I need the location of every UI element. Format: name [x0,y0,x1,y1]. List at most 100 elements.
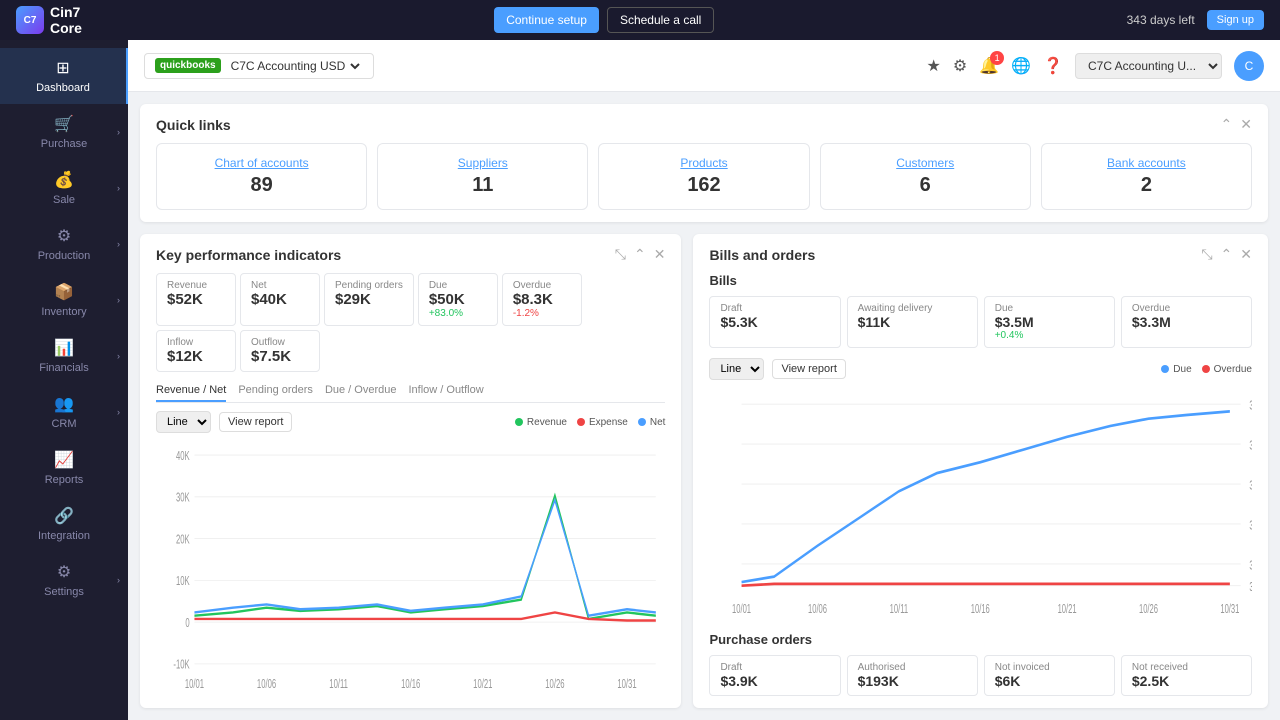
ql-label: Customers [833,156,1018,170]
tab-inflow-outflow[interactable]: Inflow / Outflow [408,380,483,402]
inventory-icon: 📦 [54,282,74,302]
tab-pending-orders[interactable]: Pending orders [238,380,313,402]
svg-text:10/06: 10/06 [257,677,276,692]
help-icon[interactable]: ❓ [1043,56,1063,76]
chevron-icon: › [117,351,120,361]
avatar[interactable]: C [1234,51,1264,81]
schedule-call-button[interactable]: Schedule a call [607,7,714,33]
continue-setup-button[interactable]: Continue setup [494,7,599,33]
sidebar-item-label: Financials [39,362,89,374]
sidebar-item-inventory[interactable]: 📦 Inventory › [0,272,128,328]
svg-text:10/31: 10/31 [1221,603,1240,616]
expand-arrows-icon[interactable]: ⤡ [1201,246,1212,263]
quick-link-chart-of-accounts[interactable]: Chart of accounts 89 [156,143,367,210]
svg-text:10/21: 10/21 [1058,603,1077,616]
legend-dot [577,418,585,426]
purchase-metric-draft: Draft $3.9K [709,655,840,696]
sidebar-item-purchase[interactable]: 🛒 Purchase › [0,104,128,160]
svg-text:10/26: 10/26 [545,677,564,692]
quickbooks-connect[interactable]: quickbooks C7C Accounting USD [144,53,374,79]
days-left-label: 343 days left [1127,13,1195,27]
metric-label: Net [251,280,309,291]
legend-dot [1202,365,1210,373]
legend-label: Expense [589,417,628,428]
bills-orders-header: Bills and orders ⤡ ⌃ ✕ [709,246,1252,263]
settings-gear-icon[interactable]: ⚙ [953,56,967,76]
pm-label: Not invoiced [995,662,1104,673]
bm-value: $11K [858,314,967,330]
kpi-view-report-button[interactable]: View report [219,412,292,432]
star-icon[interactable]: ★ [927,56,941,76]
sidebar-item-integration[interactable]: 🔗 Integration [0,496,128,552]
svg-text:3.5M: 3.5M [1250,440,1252,453]
quick-link-bank-accounts[interactable]: Bank accounts 2 [1041,143,1252,210]
metric-change: -1.2% [513,308,571,319]
kpi-metric-overdue: Overdue $8.3K -1.2% [502,273,582,326]
sidebar: ⊞ Dashboard 🛒 Purchase › 💰 Sale › ⚙ Prod… [0,40,128,720]
bills-view-report-button[interactable]: View report [772,359,845,379]
sidebar-item-financials[interactable]: 📊 Financials › [0,328,128,384]
bills-chart-controls: Line View report Due Overdue [709,358,1252,380]
bm-label: Overdue [1132,303,1241,314]
org-select[interactable]: C7C Accounting U... [1075,53,1222,79]
metric-label: Revenue [167,280,225,291]
close-icon[interactable]: ✕ [1240,246,1252,263]
reports-icon: 📈 [54,450,74,470]
purchase-metric-not-received: Not received $2.5K [1121,655,1252,696]
kpi-chart-type-select[interactable]: Line [156,411,211,433]
purchase-metrics: Draft $3.9K Authorised $193K Not invoice… [709,655,1252,696]
tab-revenue-net[interactable]: Revenue / Net [156,380,226,402]
quick-link-customers[interactable]: Customers 6 [820,143,1031,210]
ql-value: 2 [1054,174,1239,197]
signup-button[interactable]: Sign up [1207,10,1264,30]
quick-link-suppliers[interactable]: Suppliers 11 [377,143,588,210]
notification-icon[interactable]: 🔔 1 [979,56,999,76]
metric-value: $50K [429,291,487,308]
close-icon[interactable]: ✕ [1240,116,1252,133]
purchase-orders-section: Purchase orders Draft $3.9K Authorised $… [709,632,1252,696]
sidebar-item-crm[interactable]: 👥 CRM › [0,384,128,440]
pm-value: $193K [858,673,967,689]
bm-label: Awaiting delivery [858,303,967,314]
expand-arrows-icon[interactable]: ⤡ [615,246,626,263]
app-name: Cin7Core [50,4,82,36]
collapse-icon[interactable]: ⌃ [634,246,646,263]
metric-value: $12K [167,348,225,365]
close-icon[interactable]: ✕ [654,246,666,263]
tab-due-overdue[interactable]: Due / Overdue [325,380,397,402]
globe-icon[interactable]: 🌐 [1011,56,1031,76]
sidebar-item-reports[interactable]: 📈 Reports [0,440,128,496]
sidebar-item-sale[interactable]: 💰 Sale › [0,160,128,216]
sidebar-item-label: Sale [53,194,75,206]
pm-value: $2.5K [1132,673,1241,689]
legend-dot [1161,365,1169,373]
kpi-metric-pending: Pending orders $29K [324,273,414,326]
sidebar-item-settings[interactable]: ⚙ Settings › [0,552,128,608]
bills-metrics: Draft $5.3K Awaiting delivery $11K Due $… [709,296,1252,348]
svg-text:3.4M: 3.4M [1250,520,1252,533]
collapse-icon[interactable]: ⌃ [1221,246,1233,263]
sidebar-item-production[interactable]: ⚙ Production › [0,216,128,272]
qb-account-select[interactable]: C7C Accounting USD [227,58,363,74]
ql-value: 89 [169,174,354,197]
quick-link-products[interactable]: Products 162 [598,143,809,210]
legend-net: Net [638,417,666,428]
bills-chart-type-select[interactable]: Line [709,358,764,380]
legend-dot [638,418,646,426]
sidebar-item-label: Reports [45,474,84,486]
legend-label: Net [650,417,666,428]
app-logo: C7 [16,6,44,34]
secondary-header: quickbooks C7C Accounting USD ★ ⚙ 🔔 1 🌐 … [128,40,1280,92]
metric-label: Outflow [251,337,309,348]
pm-label: Not received [1132,662,1241,673]
ql-label: Products [611,156,796,170]
legend-overdue: Overdue [1202,364,1252,375]
legend-due: Due [1161,364,1191,375]
ql-label: Chart of accounts [169,156,354,170]
svg-text:40K: 40K [176,449,190,464]
kpi-title: Key performance indicators [156,247,341,263]
expand-icon[interactable]: ⌃ [1221,116,1233,133]
svg-text:10/31: 10/31 [617,677,636,692]
sidebar-item-dashboard[interactable]: ⊞ Dashboard [0,48,128,104]
svg-text:0: 0 [185,616,189,631]
